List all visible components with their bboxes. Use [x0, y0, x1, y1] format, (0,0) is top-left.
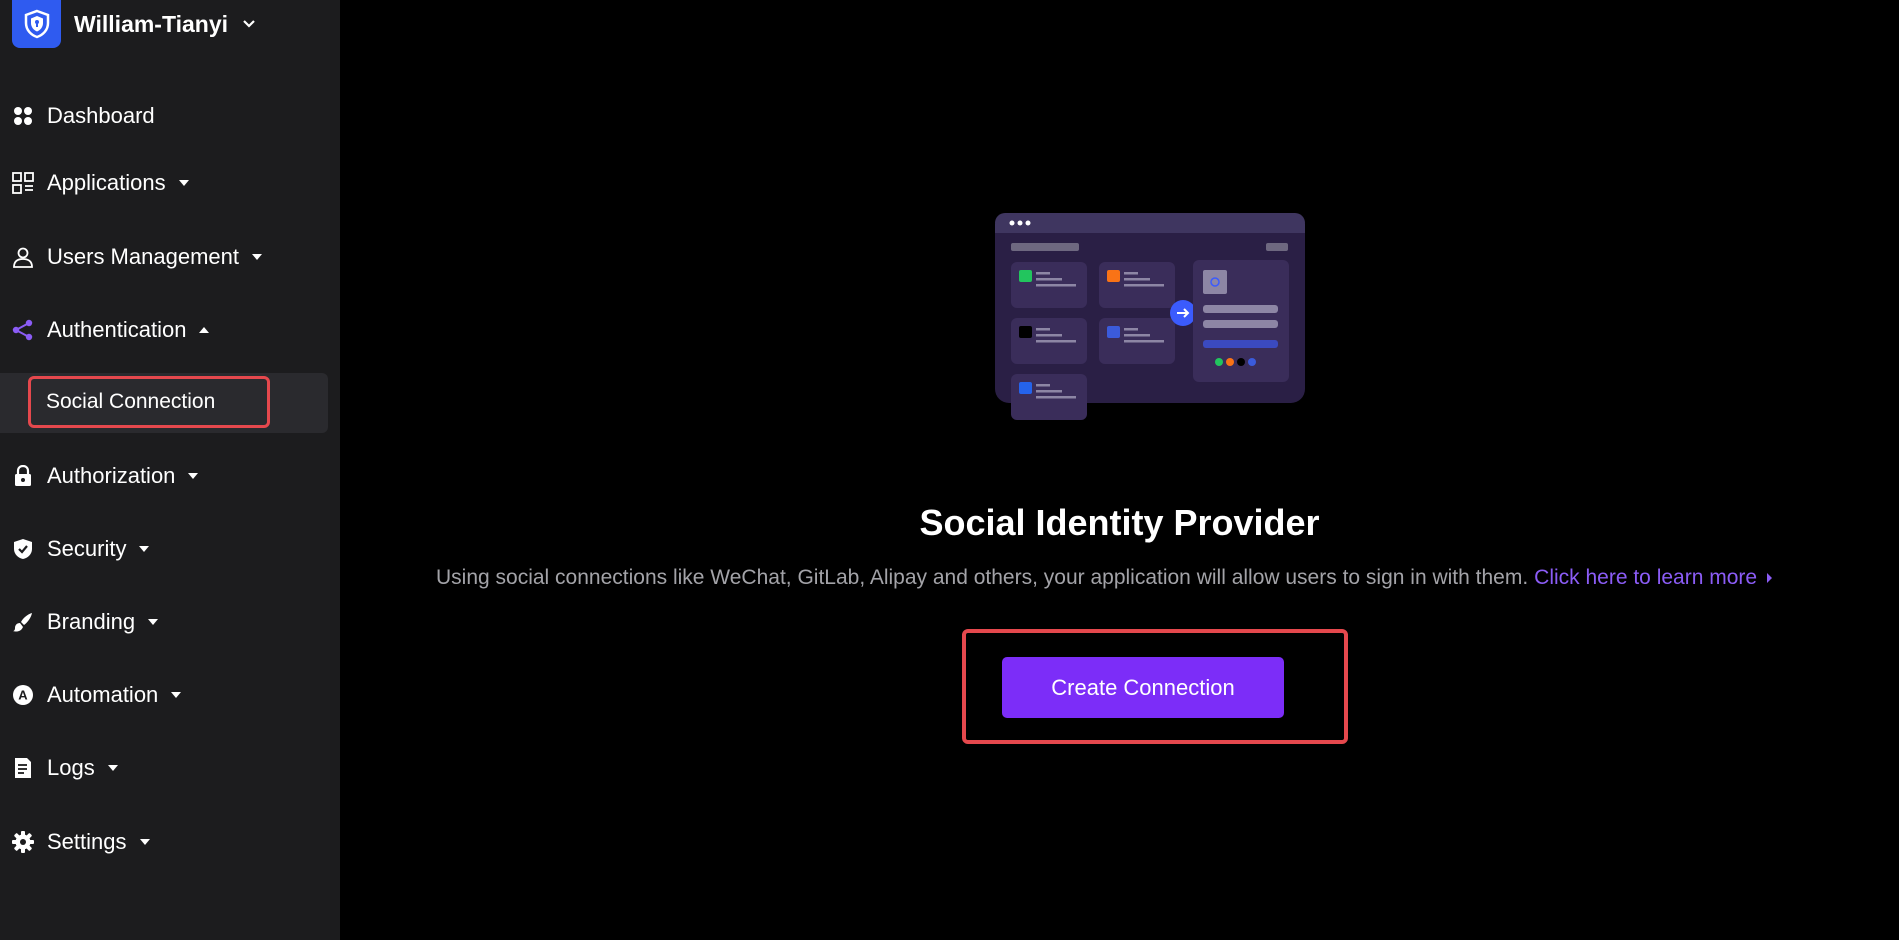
- sidebar-item-logs[interactable]: Logs: [12, 748, 119, 788]
- sidebar-item-users-management[interactable]: Users Management: [12, 237, 263, 277]
- chevron-down-icon: [242, 19, 256, 29]
- sidebar-item-label: Users Management: [47, 244, 239, 269]
- user-icon: [12, 246, 34, 268]
- shield-logo-icon: [12, 0, 61, 48]
- sidebar-item-applications[interactable]: Applications: [12, 163, 190, 203]
- caret-down-icon: [251, 253, 263, 261]
- sidebar-item-dashboard[interactable]: Dashboard: [12, 96, 155, 136]
- sidebar-item-authentication[interactable]: Authentication: [12, 310, 210, 350]
- automation-icon: A: [12, 684, 34, 706]
- brush-icon: [12, 611, 34, 633]
- dashboard-icon: [12, 105, 34, 127]
- sidebar-item-branding[interactable]: Branding: [12, 602, 159, 642]
- sidebar-item-security[interactable]: Security: [12, 529, 150, 569]
- caret-right-icon: [1767, 573, 1773, 584]
- page-title: Social Identity Provider: [919, 502, 1320, 543]
- sidebar-item-label: Branding: [47, 609, 136, 634]
- share-nodes-icon: [12, 319, 34, 341]
- org-name: William-Tianyi: [74, 10, 229, 37]
- caret-down-icon: [187, 472, 199, 480]
- caret-down-icon: [178, 179, 190, 187]
- sidebar-item-label: Logs: [47, 755, 95, 780]
- sidebar-item-label: Dashboard: [47, 103, 155, 128]
- page-description: Using social connections like WeChat, Gi…: [436, 566, 1773, 590]
- apps-grid-icon: [12, 172, 34, 194]
- create-connection-button[interactable]: Create Connection: [1002, 657, 1284, 718]
- caret-down-icon: [139, 838, 151, 846]
- sidebar-item-label: Settings: [47, 829, 127, 854]
- main-content: Social Identity Provider Using social co…: [340, 0, 1899, 940]
- social-connection-illustration: [995, 210, 1315, 440]
- sidebar-item-label: Social Connection: [46, 390, 216, 413]
- sidebar: William-Tianyi Dashboard Applications Us…: [0, 0, 340, 940]
- caret-down-icon: [170, 691, 182, 699]
- caret-up-icon: [198, 326, 210, 334]
- org-switcher[interactable]: William-Tianyi: [12, 0, 256, 48]
- caret-down-icon: [147, 618, 159, 626]
- sidebar-item-label: Authorization: [47, 463, 176, 488]
- sidebar-item-label: Security: [47, 536, 127, 561]
- sidebar-item-label: Authentication: [47, 317, 187, 342]
- sidebar-item-social-connection[interactable]: Social Connection: [28, 376, 270, 428]
- svg-text:A: A: [18, 688, 28, 703]
- lock-icon: [12, 465, 34, 487]
- description-text: Using social connections like WeChat, Gi…: [436, 566, 1529, 589]
- caret-down-icon: [138, 545, 150, 553]
- gear-icon: [12, 831, 34, 853]
- sidebar-item-label: Automation: [47, 682, 159, 707]
- sidebar-item-settings[interactable]: Settings: [12, 822, 151, 862]
- learn-more-link[interactable]: Click here to learn more: [1534, 566, 1757, 589]
- caret-down-icon: [107, 764, 119, 772]
- document-icon: [12, 757, 34, 779]
- sidebar-item-automation[interactable]: A Automation: [12, 675, 182, 715]
- sidebar-item-authorization[interactable]: Authorization: [12, 456, 199, 496]
- sidebar-item-label: Applications: [47, 170, 166, 195]
- shield-check-icon: [12, 538, 34, 560]
